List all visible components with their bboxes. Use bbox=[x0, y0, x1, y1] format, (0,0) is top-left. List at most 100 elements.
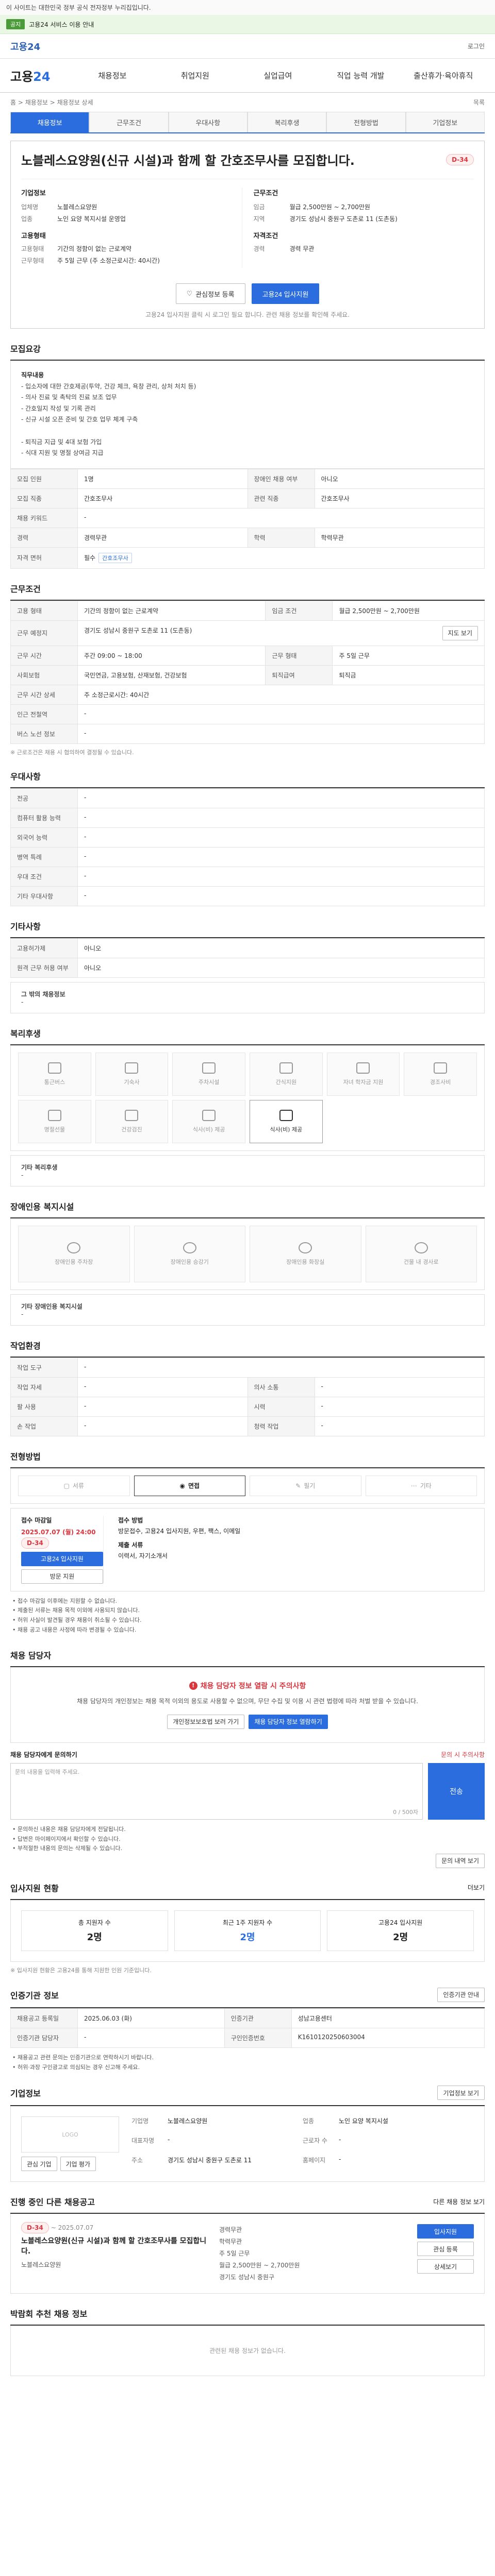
site-logo[interactable]: 고용24 bbox=[10, 40, 40, 53]
meal-icon bbox=[279, 1109, 293, 1121]
map-button[interactable]: 지도 보기 bbox=[442, 625, 478, 640]
tab-process[interactable]: 전형방법 bbox=[326, 112, 406, 132]
welfare-item: 식사(비) 제공 bbox=[172, 1099, 245, 1143]
license-tag: 간호조무사 bbox=[98, 552, 132, 563]
gift-icon bbox=[434, 1062, 448, 1074]
section-process: 전형방법 ▢ 서류 ◉ 면접 ✎ 필기 ⋯ 기타 접수 마감일 2025.07.07 (… bbox=[10, 1450, 485, 1635]
page: 이 사이트는 대한민국 정부 공식 전자정부 누리집입니다. 공지 고용24 서… bbox=[0, 0, 495, 2397]
job-title: 노블레스요양원(신규 시설)과 함께 할 간호조무사를 모집합니다. bbox=[21, 154, 355, 168]
etc-extra: 그 밖의 채용정보 - bbox=[10, 981, 485, 1013]
env-table: 작업 도구 - 작업 자세 - 의사 소통 - 팔 사용 - 시력 - 손 작업 - 청력 작업 - bbox=[10, 1357, 485, 1436]
welfare-item: 경조사비 bbox=[404, 1052, 477, 1096]
nav-item-jobs[interactable]: 채용정보 bbox=[71, 70, 154, 81]
company-box: LOGO 관심 기업 기업 평가 기업명 노블레스요양원 업종 노인 요양 복지시설… bbox=[10, 2106, 485, 2182]
apply-visit-button[interactable]: 방문 지원 bbox=[21, 1569, 103, 1584]
tab-work[interactable]: 근무조건 bbox=[89, 112, 169, 132]
doc-icon: ▢ bbox=[63, 1482, 70, 1489]
disabled-grid: 장애인용 주차장 장애인용 승강기 장애인용 화장실 건물 내 경사로 bbox=[10, 1218, 485, 1290]
similar-detail-button[interactable]: 상세보기 bbox=[417, 2259, 474, 2274]
inquiry-history-button[interactable]: 문의 내역 보기 bbox=[436, 1853, 485, 1868]
work-note: ※ 근로조건은 채용 시 협의하여 결정될 수 있습니다. bbox=[10, 749, 134, 756]
nav-item-training[interactable]: 직업 능력 개발 bbox=[319, 70, 402, 81]
apply-online-button[interactable]: 고용24 입사지원 bbox=[21, 1551, 103, 1566]
tab-welfare[interactable]: 복리후생 bbox=[247, 112, 327, 132]
summary-conditions: 근무조건 임금 월급 2,500만원 ~ 2,700만원 지역 경기도 성남시 중원… bbox=[241, 188, 474, 268]
stat-week: 최근 1주 지원자 수 2명 bbox=[174, 1910, 321, 1951]
apply-button[interactable]: 고용24 입사지원 bbox=[251, 283, 320, 304]
apply-note: 고용24 입사지원 클릭 시 로그인 필요 합니다. 관련 채용 정보를 확인해… bbox=[145, 311, 350, 318]
logo-row: 고용24 로그인 bbox=[0, 34, 495, 59]
inquiry-send-button[interactable]: 전송 bbox=[428, 1762, 485, 1820]
similar-job-meta: 경력무관 학력무관 주 5일 근무 월급 2,500만원 ~ 2,700만원 경… bbox=[219, 2226, 300, 2281]
similar-more-link[interactable]: 다른 채용 정보 보기 bbox=[433, 2197, 485, 2206]
company-review-button[interactable]: 기업 평가 bbox=[60, 2157, 96, 2172]
list-link[interactable]: 목록 bbox=[473, 98, 485, 107]
process-notes: 접수 마감일 이후에는 지원할 수 없습니다. 제출된 서류는 채용 목적 이외… bbox=[10, 1597, 485, 1635]
stat-online: 고용24 입사지원 2명 bbox=[327, 1910, 474, 1951]
section-agency: 인증기관 정보 인증기관 안내 채용공고 등록일 2025.06.03 (화) 인증기… bbox=[10, 1987, 485, 2072]
alert-pill: 공지 bbox=[6, 19, 25, 29]
toilet-icon bbox=[299, 1242, 312, 1253]
welfare-item: 통근버스 bbox=[18, 1052, 91, 1096]
bus-icon bbox=[47, 1062, 61, 1074]
similar-job-card[interactable]: D-34 ~ 2025.07.07 노블레스요양원(신규 시설)과 함께 할 간… bbox=[10, 2214, 485, 2294]
tab-company[interactable]: 기업정보 bbox=[405, 112, 485, 132]
brand-logo[interactable]: 고용24 bbox=[10, 66, 51, 84]
graduation-icon bbox=[356, 1062, 370, 1074]
heart-icon: ♡ bbox=[186, 290, 193, 297]
section-similar: 진행 중인 다른 채용공고 다른 채용 정보 보기 D-34 ~ 2025.07.… bbox=[10, 2195, 485, 2294]
nav-item-support[interactable]: 취업지원 bbox=[154, 70, 236, 81]
inquiry-notes: 문의하신 내용은 채용 담당자에게 전달됩니다. 답변은 마이페이지에서 확인할… bbox=[10, 1825, 485, 1854]
method-docs: ▢ 서류 bbox=[18, 1475, 130, 1496]
person-icon: ◉ bbox=[179, 1482, 185, 1489]
agency-notes: 채용공고 관련 문의는 인증기관으로 연락하시기 바랍니다. 허위·과장 구인광… bbox=[10, 2053, 485, 2072]
warning-icon: ! bbox=[189, 1681, 197, 1690]
similar-apply-button[interactable]: 입사지원 bbox=[417, 2224, 474, 2239]
inquiry-textarea[interactable]: 문의 내용을 입력해 주세요. 0 / 500자 bbox=[10, 1762, 423, 1820]
gov-note: 이 사이트는 대한민국 정부 공식 전자정부 누리집입니다. bbox=[0, 0, 495, 15]
inquiry-form: 문의 내용을 입력해 주세요. 0 / 500자 전송 bbox=[10, 1762, 485, 1820]
welfare-item: 자녀 학자금 지원 bbox=[326, 1052, 400, 1096]
tab-recruit[interactable]: 채용정보 bbox=[10, 112, 90, 132]
section-recent: 박람회 추천 채용 정보 관련된 채용 정보가 없습니다. bbox=[10, 2307, 485, 2377]
apply-dday: D-34 bbox=[21, 1537, 49, 1549]
tab-pref[interactable]: 우대사항 bbox=[168, 112, 248, 132]
nav-item-leave[interactable]: 출산휴가·육아휴직 bbox=[402, 70, 485, 81]
facility-item: 장애인용 화장실 bbox=[250, 1225, 361, 1282]
pencil-icon: ✎ bbox=[295, 1482, 301, 1489]
job-description: 직무내용 - 입소자에 대한 간호제공(투약, 건강 체크, 욕창 관리, 상처… bbox=[10, 361, 485, 469]
contact-box: ! 채용 담당자 정보 열람 시 주의사항 채용 담당자의 개인정보는 채용 목적… bbox=[10, 1667, 485, 1743]
view-contact-button[interactable]: 채용 담당자 정보 열람하기 bbox=[249, 1714, 328, 1729]
inquiry-caution-link[interactable]: 문의 시 주의사항 bbox=[441, 1750, 485, 1759]
scrap-button[interactable]: ♡ 관심정보 등록 bbox=[175, 283, 245, 304]
welfare-item: 간식지원 bbox=[250, 1052, 323, 1096]
dots-icon: ⋯ bbox=[410, 1482, 417, 1489]
agency-guide-button[interactable]: 인증기관 안내 bbox=[437, 1987, 485, 2002]
nav-item-benefit[interactable]: 실업급여 bbox=[237, 70, 319, 81]
section-etc: 기타사항 고용허가제 아니오 원격 근무 허용 여부 아니오 그 밖의 채용정보 - bbox=[10, 920, 485, 1013]
company-info-button[interactable]: 기업정보 보기 bbox=[437, 2086, 485, 2100]
status-row: 총 지원자 수 2명 최근 1주 지원자 수 2명 고용24 입사지원 2명 bbox=[10, 1900, 485, 1962]
method-written: ✎ 필기 bbox=[250, 1475, 361, 1496]
privacy-law-button[interactable]: 개인정보보호법 보러 가기 bbox=[167, 1714, 245, 1729]
section-company: 기업정보 기업정보 보기 LOGO 관심 기업 기업 평가 기업명 노블레스요양원 … bbox=[10, 2086, 485, 2182]
method-etc: ⋯ 기타 bbox=[365, 1475, 477, 1496]
alert-bar[interactable]: 공지 고용24 서비스 이용 안내 bbox=[0, 15, 495, 34]
apply-box: 접수 마감일 2025.07.07 (월) 24:00 D-34 고용24 입사… bbox=[10, 1507, 485, 1591]
welfare-item: 기숙사 bbox=[95, 1052, 169, 1096]
stat-total: 총 지원자 수 2명 bbox=[21, 1910, 168, 1951]
favorite-company-button[interactable]: 관심 기업 bbox=[21, 2157, 57, 2172]
section-work: 근무조건 고용 형태 기간의 정함이 없는 근로계약 임금 조건 월급 2,500만원… bbox=[10, 582, 485, 756]
etc-table: 고용허가제 아니오 원격 근무 허용 여부 아니오 bbox=[10, 938, 485, 978]
alert-text: 고용24 서비스 이용 안내 bbox=[29, 21, 94, 28]
login-link[interactable]: 로그인 bbox=[468, 42, 485, 50]
empty-state: 관련된 채용 정보가 없습니다. bbox=[10, 2326, 485, 2377]
similar-scrap-button[interactable]: 관심 등록 bbox=[417, 2242, 474, 2257]
facility-item: 장애인용 승강기 bbox=[134, 1225, 245, 1282]
company-info: 기업명 노블레스요양원 업종 노인 요양 복지시설 대표자명 - 근로자 수- 주소 경… bbox=[131, 2117, 388, 2164]
parking-icon bbox=[202, 1062, 216, 1074]
method-row: ▢ 서류 ◉ 면접 ✎ 필기 ⋯ 기타 bbox=[10, 1468, 485, 1504]
status-more-link[interactable]: 더보기 bbox=[468, 1883, 485, 1892]
similar-job-title[interactable]: 노블레스요양원(신규 시설)과 함께 할 간호조무사를 모집합니다. bbox=[21, 2235, 209, 2256]
pref-table: 전공 - 컴퓨터 활용 능력 - 외국어 능력 - 병역 특례 - 우대 조건 - 기타 … bbox=[10, 788, 485, 906]
